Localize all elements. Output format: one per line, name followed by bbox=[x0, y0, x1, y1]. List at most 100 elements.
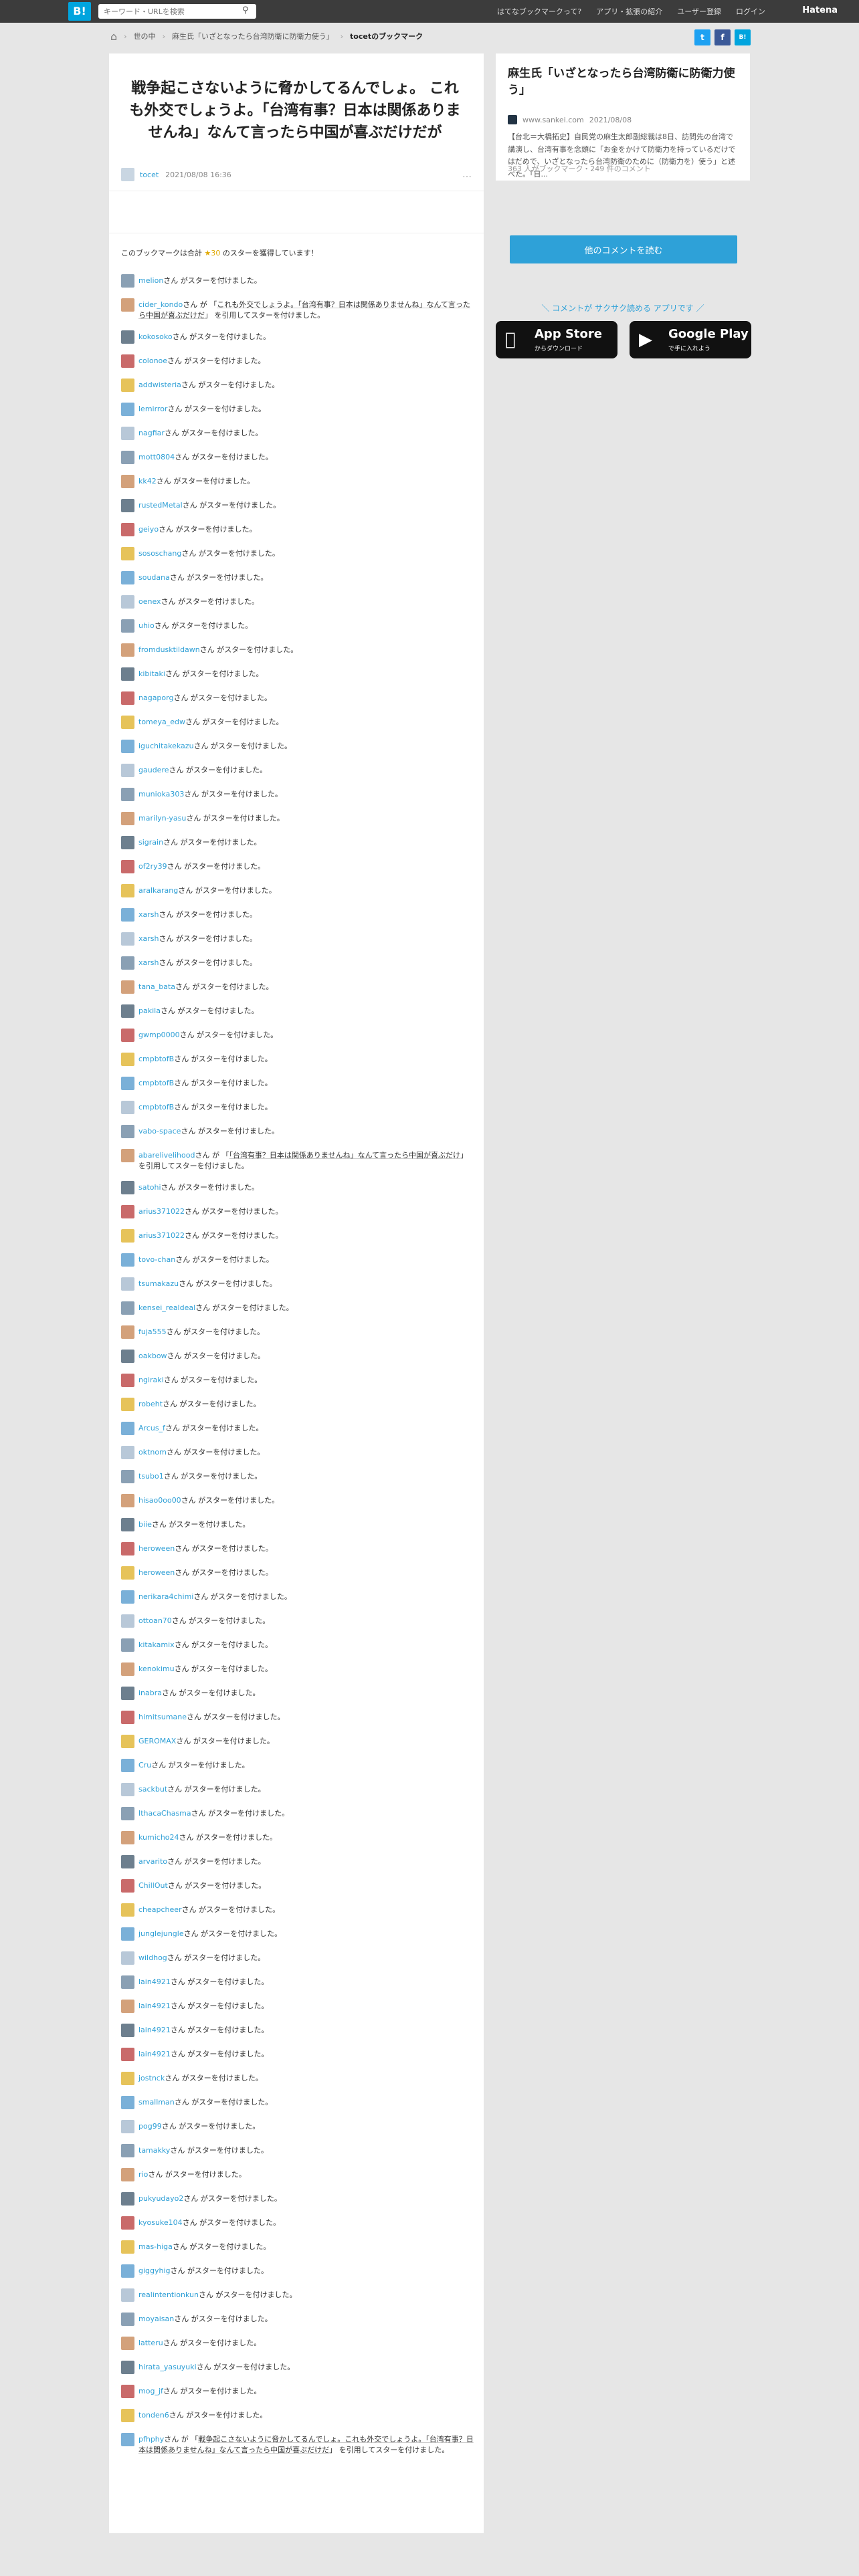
hatena-logo[interactable]: Hatena bbox=[802, 5, 838, 15]
star-user-link[interactable]: ChillOut bbox=[138, 1881, 168, 1890]
read-other-comments-button[interactable]: 他のコメントを読む bbox=[510, 235, 737, 263]
star-user-link[interactable]: colonoe bbox=[138, 356, 167, 365]
star-user-link[interactable]: aralkarang bbox=[138, 886, 178, 895]
star-user-link[interactable]: fuja555 bbox=[138, 1327, 167, 1336]
star-user-link[interactable]: uhio bbox=[138, 621, 155, 630]
breadcrumb-entry[interactable]: 麻生氏「いざとなったら台湾防衛に防衛力使う」 bbox=[172, 31, 334, 41]
avatar[interactable] bbox=[121, 2240, 134, 2254]
star-user-link[interactable]: realintentionkun bbox=[138, 2290, 199, 2299]
star-user-link[interactable]: cider_kondo bbox=[138, 300, 183, 309]
star-user-link[interactable]: arius371022 bbox=[138, 1231, 185, 1240]
star-user-link[interactable]: moyaisan bbox=[138, 2315, 174, 2323]
bookmark-count[interactable]: 363 人がブックマーク・249 件のコメント bbox=[508, 163, 651, 174]
avatar[interactable] bbox=[121, 1053, 134, 1066]
star-user-link[interactable]: kyosuke104 bbox=[138, 2218, 183, 2227]
avatar[interactable] bbox=[121, 884, 134, 897]
star-user-link[interactable]: gwmp0000 bbox=[138, 1031, 180, 1039]
avatar[interactable] bbox=[121, 1470, 134, 1483]
star-user-link[interactable]: tamakky bbox=[138, 2146, 170, 2155]
star-user-link[interactable]: tonden6 bbox=[138, 2411, 169, 2420]
avatar[interactable] bbox=[121, 2385, 134, 2398]
avatar[interactable] bbox=[121, 1518, 134, 1531]
star-user-link[interactable]: pukyudayo2 bbox=[138, 2194, 183, 2203]
star-user-link[interactable]: kumicho24 bbox=[138, 1833, 179, 1842]
avatar[interactable] bbox=[121, 2048, 134, 2061]
star-user-link[interactable]: junglejungle bbox=[138, 1929, 184, 1938]
star-user-link[interactable]: kitakamix bbox=[138, 1640, 175, 1649]
avatar[interactable] bbox=[121, 1325, 134, 1339]
avatar[interactable] bbox=[121, 812, 134, 825]
search-icon[interactable]: ⚲ bbox=[242, 5, 249, 15]
avatar[interactable] bbox=[121, 168, 134, 181]
star-user-link[interactable]: tsubo1 bbox=[138, 1472, 164, 1481]
star-user-link[interactable]: tana_bata bbox=[138, 982, 175, 991]
hatebu-share-button[interactable]: B! bbox=[735, 29, 751, 45]
nav-register[interactable]: ユーザー登録 bbox=[677, 6, 721, 17]
avatar[interactable] bbox=[121, 2216, 134, 2230]
avatar[interactable] bbox=[121, 1253, 134, 1267]
star-user-link[interactable]: tovo-chan bbox=[138, 1255, 175, 1264]
star-user-link[interactable]: kibitaki bbox=[138, 669, 165, 678]
bookmark-user[interactable]: tocet bbox=[140, 171, 159, 179]
search-input[interactable] bbox=[98, 4, 256, 19]
avatar[interactable] bbox=[121, 2144, 134, 2157]
star-user-link[interactable]: gaudere bbox=[138, 766, 169, 774]
star-user-link[interactable]: heroween bbox=[138, 1568, 175, 1577]
avatar[interactable] bbox=[121, 330, 134, 344]
avatar[interactable] bbox=[121, 403, 134, 416]
avatar[interactable] bbox=[121, 547, 134, 560]
star-user-link[interactable]: kk42 bbox=[138, 477, 157, 486]
star-user-link[interactable]: nagfiar bbox=[138, 429, 165, 437]
avatar[interactable] bbox=[121, 1614, 134, 1628]
avatar[interactable] bbox=[121, 475, 134, 488]
avatar[interactable] bbox=[121, 980, 134, 994]
avatar[interactable] bbox=[121, 860, 134, 873]
star-user-link[interactable]: biie bbox=[138, 1520, 152, 1529]
star-user-link[interactable]: IthacaChasma bbox=[138, 1809, 191, 1818]
avatar[interactable] bbox=[121, 1759, 134, 1772]
avatar[interactable] bbox=[121, 2361, 134, 2374]
avatar[interactable] bbox=[121, 451, 134, 464]
star-user-link[interactable]: hirata_yasuyuki bbox=[138, 2363, 197, 2371]
avatar[interactable] bbox=[121, 1735, 134, 1748]
entry-title-link[interactable]: 麻生氏「いざとなったら台湾防衛に防衛力使う」 bbox=[508, 66, 738, 98]
star-user-link[interactable]: kenokimu bbox=[138, 1665, 175, 1673]
star-user-link[interactable]: latteru bbox=[138, 2339, 163, 2347]
star-user-link[interactable]: munioka303 bbox=[138, 790, 184, 798]
star-user-link[interactable]: wildhog bbox=[138, 1953, 167, 1962]
avatar[interactable] bbox=[121, 1927, 134, 1941]
star-user-link[interactable]: xarsh bbox=[138, 958, 159, 967]
star-user-link[interactable]: sigrain bbox=[138, 838, 163, 847]
star-user-link[interactable]: oenex bbox=[138, 597, 161, 606]
avatar[interactable] bbox=[121, 2264, 134, 2278]
star-user-link[interactable]: lain4921 bbox=[138, 2002, 171, 2010]
avatar[interactable] bbox=[121, 1711, 134, 1724]
nav-about[interactable]: はてなブックマークって? bbox=[497, 6, 581, 17]
star-user-link[interactable]: heroween bbox=[138, 1544, 175, 1553]
avatar[interactable] bbox=[121, 2168, 134, 2181]
avatar[interactable] bbox=[121, 1494, 134, 1507]
avatar[interactable] bbox=[121, 2024, 134, 2037]
star-user-link[interactable]: marilyn-yasu bbox=[138, 814, 186, 823]
star-user-link[interactable]: pog99 bbox=[138, 2122, 162, 2131]
star-user-link[interactable]: sackbut bbox=[138, 1785, 167, 1794]
avatar[interactable] bbox=[121, 1975, 134, 1989]
avatar[interactable] bbox=[121, 1229, 134, 1243]
avatar[interactable] bbox=[121, 1831, 134, 1844]
star-user-link[interactable]: kensei_realdeal bbox=[138, 1303, 195, 1312]
avatar[interactable] bbox=[121, 1903, 134, 1917]
star-user-link[interactable]: GEROMAX bbox=[138, 1737, 176, 1745]
star-user-link[interactable]: pakila bbox=[138, 1006, 161, 1015]
star-user-link[interactable]: nagaporg bbox=[138, 693, 173, 702]
avatar[interactable] bbox=[121, 1879, 134, 1893]
star-user-link[interactable]: oakbow bbox=[138, 1352, 167, 1360]
nav-apps[interactable]: アプリ・拡張の紹介 bbox=[596, 6, 662, 17]
avatar[interactable] bbox=[121, 1101, 134, 1114]
avatar[interactable] bbox=[121, 619, 134, 633]
star-user-link[interactable]: pfhphy bbox=[138, 2435, 164, 2444]
star-user-link[interactable]: geiyo bbox=[138, 525, 159, 534]
avatar[interactable] bbox=[121, 1301, 134, 1315]
star-user-link[interactable]: himitsumane bbox=[138, 1713, 187, 1721]
star-user-link[interactable]: lain4921 bbox=[138, 1977, 171, 1986]
star-user-link[interactable]: jostnck bbox=[138, 2074, 165, 2082]
